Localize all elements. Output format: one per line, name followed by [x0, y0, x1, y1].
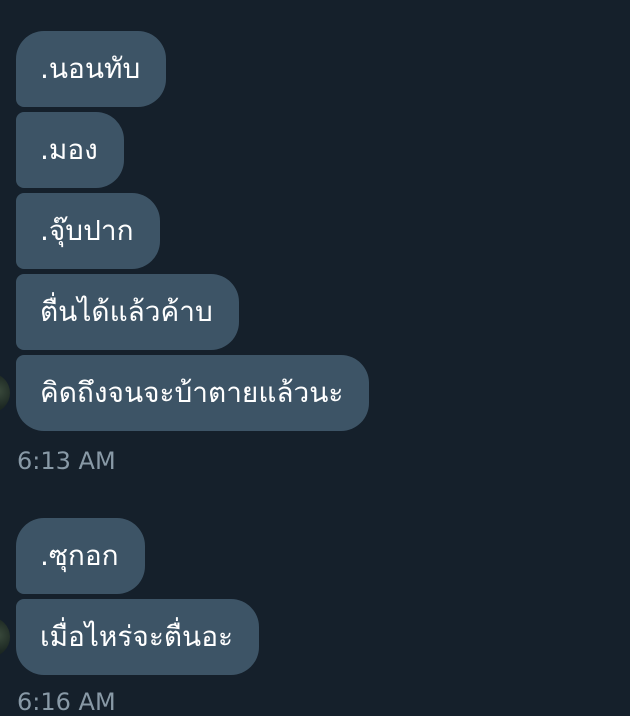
message-bubble[interactable]: .มอง	[16, 112, 124, 188]
message-bubble[interactable]: .ซุกอก	[16, 518, 145, 594]
message-bubble[interactable]: ตื่นได้แล้วค้าบ	[16, 274, 239, 350]
message-bubble[interactable]: .จุ๊บปาก	[16, 193, 160, 269]
message-bubble[interactable]: เมื่อไหร่จะตื่นอะ	[16, 599, 260, 675]
sender-avatar[interactable]	[0, 373, 10, 413]
sender-avatar[interactable]	[0, 617, 10, 657]
message-timestamp: 6:13 AM	[17, 447, 116, 475]
message-bubble[interactable]: .นอนทับ	[16, 31, 167, 107]
message-timestamp: 6:16 AM	[17, 688, 116, 716]
message-bubble[interactable]: คิดถึงจนจะบ้าตายแล้วนะ	[16, 355, 370, 431]
